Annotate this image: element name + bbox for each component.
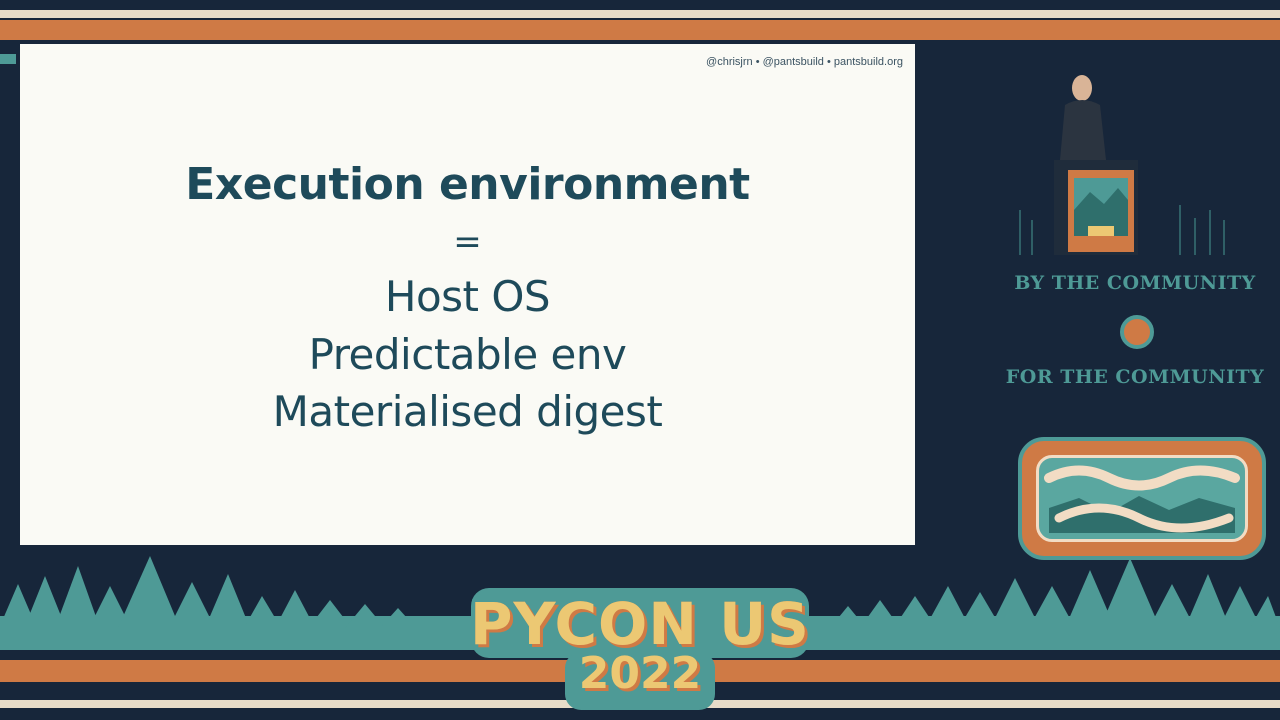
pycon-logo: PYCON US 2022 [465,582,815,712]
tagline-by-the-community: BY THE COMMUNITY [1014,272,1256,294]
slide-line-predictable-env: Predictable env [308,330,627,379]
slide-credit: @chrisjrn • @pantsbuild • pantsbuild.org [706,56,903,68]
tagline-for-the-community: FOR THE COMMUNITY [1005,366,1265,388]
left-accent [0,54,16,64]
presentation-slide: @chrisjrn • @pantsbuild • pantsbuild.org… [20,44,915,545]
speaker-video [1010,60,1240,260]
top-stripe-orange [0,20,1280,40]
slide-line-host-os: Host OS [384,272,551,321]
pycon-year: 2022 [578,648,702,699]
slide-line-materialised-digest: Materialised digest [272,387,663,436]
circle-dot-icon [1120,315,1154,349]
podium-sign [1068,170,1134,252]
top-stripe-cream [0,10,1280,18]
snake-logo-icon [1044,465,1240,533]
slide-title: Execution environment [185,159,750,210]
snake-logo-badge [1018,437,1266,560]
snake-logo-inner [1036,455,1248,542]
slide-equals: = [453,222,482,262]
